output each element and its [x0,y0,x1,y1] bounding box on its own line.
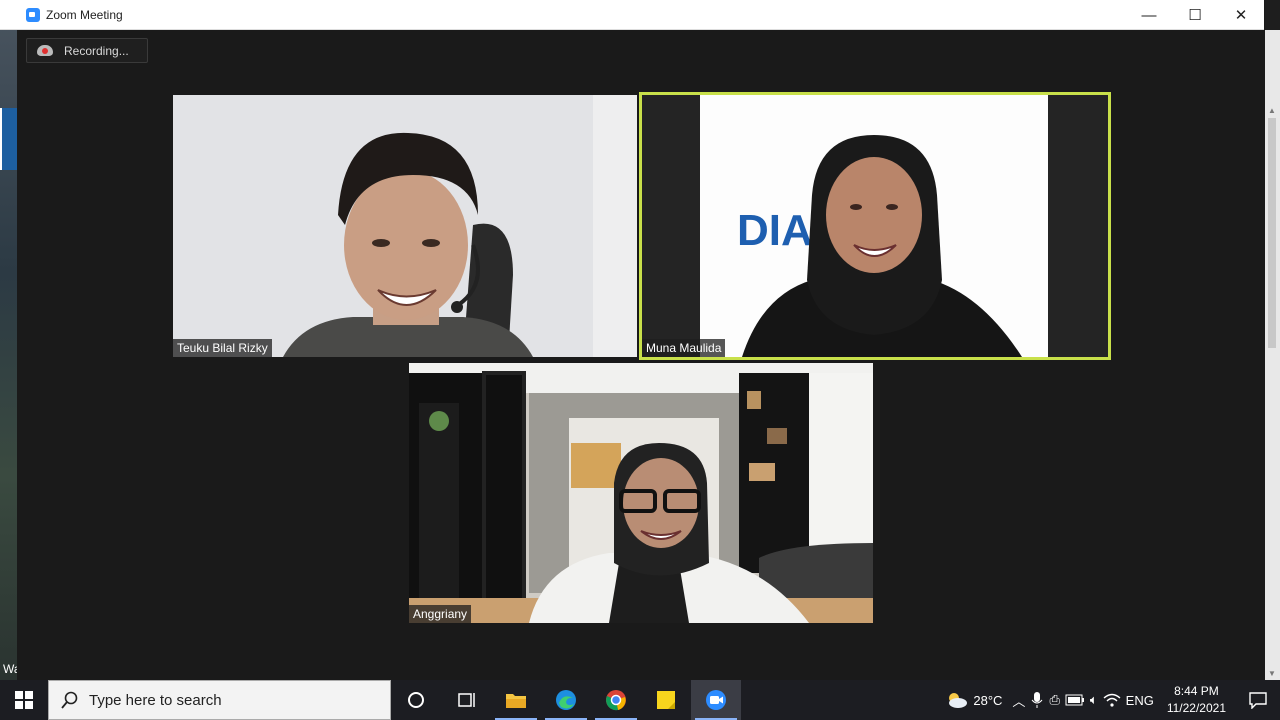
edge-icon [556,690,576,710]
search-placeholder: Type here to search [89,691,222,709]
clock-date: 11/22/2021 [1166,701,1226,715]
participant-video-teuku [173,95,637,357]
desktop-left-edge: Wa [0,0,21,680]
minimize-button[interactable]: — [1126,0,1172,30]
file-explorer-button[interactable] [491,680,541,720]
start-button[interactable] [0,680,48,720]
video-tile-anggriany[interactable]: Anggriany [409,363,873,623]
windows-taskbar: Type here to search 28°C ︿ ⎙ 🔈︎ ENG 8:44… [0,680,1280,720]
clock-time: 8:44 PM [1174,684,1219,698]
chrome-icon [606,690,626,711]
cloud-recording-icon [37,45,53,56]
title-bar: Zoom Meeting — ☐ ✕ [0,0,1264,30]
participant-video-muna: DIA KA [642,95,1108,357]
participant-video-anggriany [409,363,873,623]
participant-name: Muna Maulida [642,339,726,357]
taskbar-search-box[interactable]: Type here to search [48,680,391,720]
task-view-button[interactable] [441,680,491,720]
camera-tray-icon[interactable]: ⎙ [1049,692,1059,708]
input-language[interactable]: ENG [1126,693,1154,708]
window-title: Zoom Meeting [46,7,123,22]
cortana-button[interactable] [391,680,441,720]
scroll-down-arrow-icon[interactable]: ▼ [1268,669,1276,678]
chrome-browser-button[interactable] [591,680,641,720]
cortana-circle-icon [408,692,424,708]
volume-icon[interactable]: 🔈︎ [1090,692,1098,708]
folder-icon [506,694,526,708]
edge-browser-button[interactable] [541,680,591,720]
video-tile-muna[interactable]: DIA KA Muna Maulida [639,92,1111,360]
weather-temperature[interactable]: 28°C [973,693,1002,708]
notification-center-button[interactable] [1236,680,1280,720]
recording-indicator[interactable]: Recording... [26,38,148,63]
windows-logo-icon [15,691,33,709]
weather-cloud-sun-icon[interactable] [944,690,968,710]
recording-label: Recording... [64,43,129,58]
sticky-notes-icon [657,691,675,709]
participant-name: Teuku Bilal Rizky [173,339,272,357]
sticky-notes-button[interactable] [641,680,691,720]
close-button[interactable]: ✕ [1218,0,1264,30]
zoom-app-icon [26,7,40,22]
search-icon [61,691,78,709]
scroll-up-arrow-icon[interactable]: ▲ [1268,106,1276,115]
zoom-meeting-window: Zoom Meeting — ☐ ✕ Recording... Teuku Bi… [0,0,1265,680]
zoom-icon [706,690,726,710]
show-hidden-icons-chevron-icon[interactable]: ︿ [1012,691,1025,710]
taskbar-clock[interactable]: 8:44 PM 11/22/2021 [1167,683,1226,717]
maximize-button[interactable]: ☐ [1172,0,1218,30]
video-tile-teuku[interactable]: Teuku Bilal Rizky [173,95,637,357]
scrollbar-thumb[interactable] [1268,118,1276,348]
participant-name: Anggriany [409,605,472,623]
battery-icon[interactable] [1065,693,1085,707]
desktop-window-fragment [0,108,17,170]
wifi-icon[interactable] [1103,692,1121,708]
microphone-icon[interactable] [1030,691,1044,709]
background-scrollbar[interactable]: ▲ ▼ [1264,30,1280,680]
system-tray: 28°C ︿ ⎙ 🔈︎ ENG 8:44 PM 11/22/2021 [944,680,1280,720]
zoom-taskbar-button[interactable] [691,680,741,720]
notification-speech-bubble-icon [1249,692,1267,709]
task-view-icon [458,693,475,707]
